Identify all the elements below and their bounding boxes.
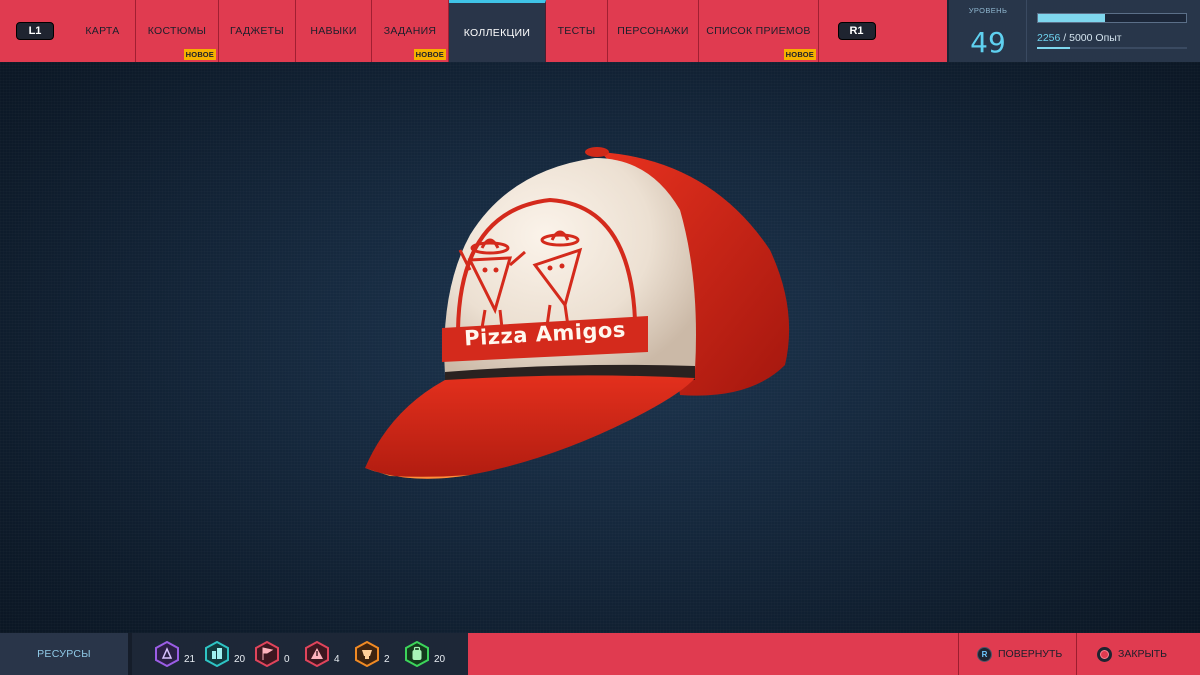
xp-progress-bar — [1037, 13, 1187, 23]
science-token-icon — [155, 641, 179, 667]
xp-underline-fill — [1037, 47, 1070, 49]
l1-shoulder[interactable]: L1 — [0, 0, 70, 62]
r1-button[interactable]: R1 — [837, 22, 876, 40]
tab-label: НАВЫКИ — [310, 25, 357, 37]
tab-label: ГАДЖЕТЫ — [230, 25, 284, 37]
resource-item: 2 — [354, 641, 404, 667]
l1-button[interactable]: L1 — [16, 22, 54, 40]
tab-characters[interactable]: ПЕРСОНАЖИ — [608, 0, 699, 62]
xp-separator: / — [1060, 32, 1070, 44]
resources-label: РЕСУРСЫ — [0, 633, 128, 675]
right-stick-icon: R — [977, 646, 992, 662]
xp-underline — [1037, 47, 1187, 49]
rotate-button[interactable]: R ПОВЕРНУТЬ — [958, 633, 1076, 675]
tab-gadgets[interactable]: ГАДЖЕТЫ — [219, 0, 296, 62]
tab-move-list[interactable]: СПИСОК ПРИЕМОВ НОВОЕ — [699, 0, 819, 62]
new-badge: НОВОЕ — [783, 49, 816, 60]
bottom-spacer — [464, 633, 958, 675]
resource-list: 21 20 0 4 2 20 — [128, 633, 464, 675]
resource-count: 4 — [334, 653, 340, 665]
resource-count: 0 — [284, 653, 290, 665]
tab-tasks[interactable]: ЗАДАНИЯ НОВОЕ — [372, 0, 449, 62]
tab-map[interactable]: КАРТА — [70, 0, 136, 62]
collectible-cap[interactable]: Pizza Amigos — [350, 140, 800, 490]
top-bar: L1 КАРТА КОСТЮМЫ НОВОЕ ГАДЖЕТЫ НАВЫКИ ЗА… — [0, 0, 1200, 62]
challenge-token-icon — [355, 641, 379, 667]
main-nav: L1 КАРТА КОСТЮМЫ НОВОЕ ГАДЖЕТЫ НАВЫКИ ЗА… — [0, 0, 947, 62]
tab-label: ТЕСТЫ — [557, 25, 596, 37]
r1-shoulder[interactable]: R1 — [819, 0, 894, 62]
resource-count: 21 — [184, 653, 196, 665]
level-value: 49 — [970, 26, 1006, 59]
tab-suits[interactable]: КОСТЮМЫ НОВОЕ — [136, 0, 219, 62]
rotate-label: ПОВЕРНУТЬ — [998, 648, 1063, 660]
level-panel: УРОВЕНЬ 49 2256 / 5000 Опыт — [947, 0, 1200, 62]
xp-current: 2256 — [1037, 32, 1061, 44]
crime-token-icon — [305, 641, 329, 667]
tab-label: ПЕРСОНАЖИ — [617, 25, 689, 37]
tab-label: КОЛЛЕКЦИИ — [463, 26, 531, 39]
circle-button-icon — [1097, 646, 1112, 662]
tab-label: КОСТЮМЫ — [147, 25, 207, 37]
tab-label: КАРТА — [85, 25, 120, 37]
resource-count: 20 — [234, 653, 246, 665]
close-label: ЗАКРЫТЬ — [1118, 648, 1168, 660]
bottom-bar: РЕСУРСЫ 21 20 0 4 2 20 R ПОВЕРНУТЬ ЗАКРЫ… — [0, 633, 1200, 675]
close-button[interactable]: ЗАКРЫТЬ — [1076, 633, 1200, 675]
resource-count: 2 — [384, 653, 390, 665]
xp-total: 5000 Опыт — [1069, 32, 1122, 44]
xp-readout: 2256 / 5000 Опыт — [1037, 32, 1122, 44]
xp-section: 2256 / 5000 Опыт — [1027, 0, 1200, 62]
resource-item: 21 — [154, 641, 204, 667]
tab-label: СПИСОК ПРИЕМОВ — [706, 25, 811, 37]
xp-progress-fill — [1038, 14, 1105, 22]
city-token-icon — [205, 641, 229, 667]
resource-item: 20 — [404, 641, 454, 667]
tab-collections[interactable]: КОЛЛЕКЦИИ — [449, 0, 546, 62]
level-caption: УРОВЕНЬ — [968, 6, 1008, 15]
new-badge: НОВОЕ — [183, 49, 216, 60]
level-indicator: УРОВЕНЬ 49 — [949, 0, 1027, 62]
tab-skills[interactable]: НАВЫКИ — [296, 0, 372, 62]
backpack-token-icon — [405, 641, 429, 667]
new-badge: НОВОЕ — [413, 49, 446, 60]
tab-tests[interactable]: ТЕСТЫ — [546, 0, 608, 62]
resource-item: 20 — [204, 641, 254, 667]
cap-illustration — [365, 147, 790, 479]
tab-label: ЗАДАНИЯ — [383, 25, 437, 37]
resource-count: 20 — [434, 653, 446, 665]
flag-token-icon — [255, 641, 279, 667]
resource-item: 0 — [254, 641, 304, 667]
resource-item: 4 — [304, 641, 354, 667]
